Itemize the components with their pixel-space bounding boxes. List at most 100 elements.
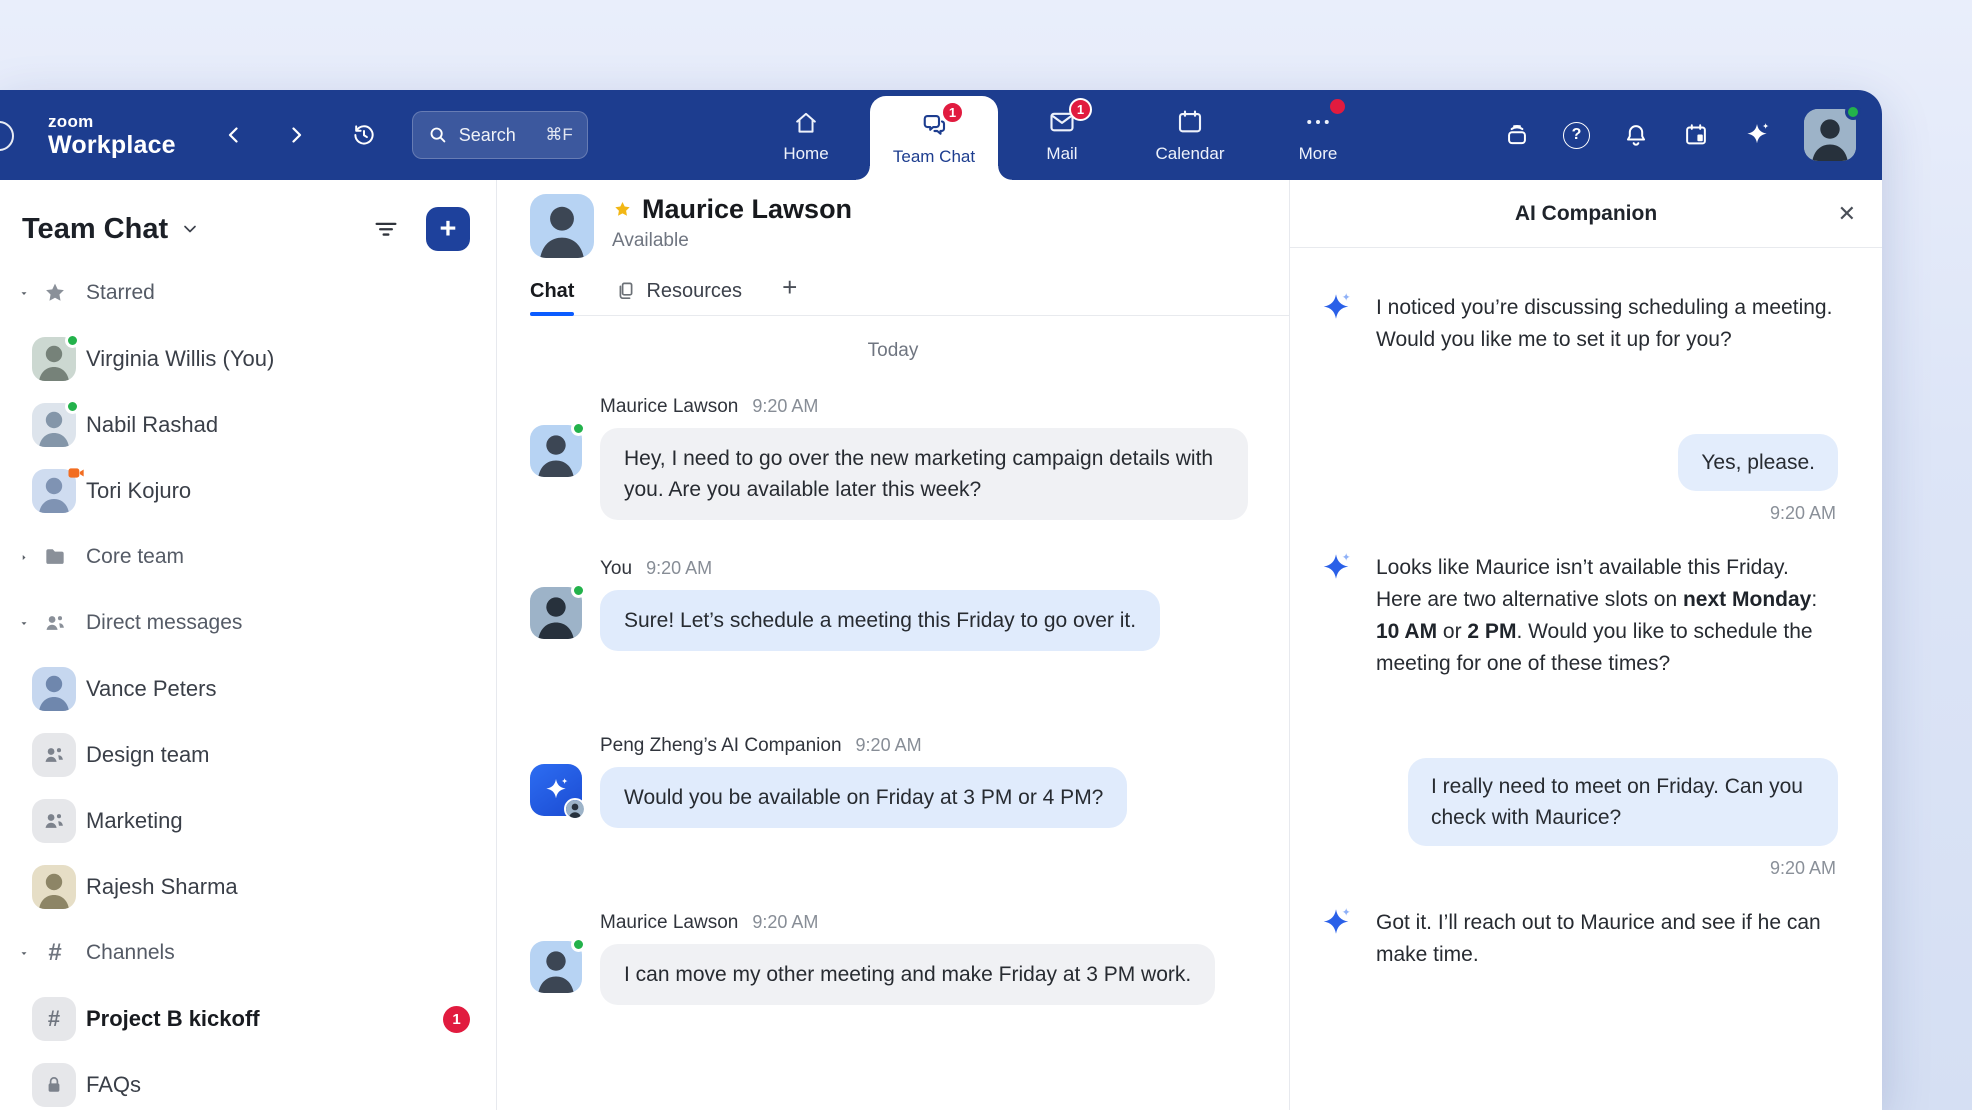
ai-sparkle-icon: [1318, 905, 1354, 945]
message-time: 9:20 AM: [646, 558, 712, 579]
reply-in-thread-icon[interactable]: [600, 844, 626, 874]
schedule-meeting-icon[interactable]: [1149, 206, 1177, 236]
contact-name: Maurice Lawson: [642, 194, 852, 225]
sidebar-item-nabil-rashad[interactable]: Nabil Rashad: [0, 392, 496, 458]
ai-message-block: I noticed you’re discussing scheduling a…: [1318, 292, 1838, 400]
sidebar-list: Starred Virginia Willis (You) Nabil Rash…: [0, 260, 496, 1110]
sender-avatar[interactable]: [530, 587, 582, 639]
filter-icon[interactable]: [372, 215, 400, 243]
copy-icon[interactable]: [1476, 694, 1502, 724]
thumbs-up-icon[interactable]: [1376, 985, 1402, 1015]
add-reaction-icon[interactable]: [648, 844, 674, 874]
item-label: Rajesh Sharma: [86, 874, 238, 900]
avatar: [32, 469, 76, 513]
add-reaction-icon[interactable]: [648, 667, 674, 697]
tab-chat[interactable]: Chat: [530, 280, 574, 315]
top-navigation-bar: zoom Workplace Search ⌘F Home 1 Team Cha…: [0, 90, 1882, 180]
unread-badge: 1: [443, 1006, 470, 1033]
copy-icon[interactable]: [1476, 370, 1502, 400]
user-message: Yes, please.: [1678, 434, 1838, 491]
nav-tab-calendar[interactable]: Calendar: [1126, 90, 1254, 180]
reply-in-thread-icon[interactable]: [600, 667, 626, 697]
logo-zoom-text: zoom: [48, 113, 176, 130]
more-icon: [1303, 107, 1333, 137]
sender-avatar[interactable]: [530, 425, 582, 477]
user-message: I really need to meet on Friday. Can you…: [1408, 758, 1838, 846]
avatar: [32, 337, 76, 381]
sidebar-item-rajesh-sharma[interactable]: Rajesh Sharma: [0, 854, 496, 920]
more-actions-icon[interactable]: [696, 844, 726, 874]
home-icon: [792, 107, 820, 137]
more-actions-icon[interactable]: [696, 667, 726, 697]
nav-tab-home[interactable]: Home: [742, 90, 870, 180]
sidebar-section-starred[interactable]: Starred: [0, 260, 496, 326]
message-list: Today Maurice Lawson 9:20 AM Hey, I need…: [497, 316, 1289, 1110]
nav-tab-more[interactable]: More: [1254, 90, 1382, 180]
search-input[interactable]: Search ⌘F: [412, 111, 588, 159]
message-hover-actions: [600, 667, 1249, 697]
thumbs-up-icon[interactable]: [1376, 370, 1402, 400]
message-hover-actions: [600, 844, 1249, 874]
item-label: Marketing: [86, 808, 183, 834]
open-in-window-icon[interactable]: [1788, 201, 1812, 227]
team-chat-title-dropdown[interactable]: Team Chat: [22, 213, 200, 246]
sidebar-item-virginia-willis-you-[interactable]: Virginia Willis (You): [0, 326, 496, 392]
main-content: Team Chat + Starred Virginia Willis (You…: [0, 180, 1882, 1110]
hash-icon: #: [42, 939, 68, 967]
sender-avatar[interactable]: [530, 941, 582, 993]
user-message-bubble: I really need to meet on Friday. Can you…: [1408, 758, 1838, 846]
thumbs-down-icon[interactable]: [1426, 370, 1452, 400]
section-label: Channels: [86, 941, 175, 965]
sidebar-section-channels[interactable]: # Channels: [0, 920, 496, 986]
nav-tab-mail[interactable]: 1 Mail: [998, 90, 1126, 180]
sidebar-item-project-b-kickoff[interactable]: #Project B kickoff1: [0, 986, 496, 1052]
user-avatar[interactable]: [1804, 109, 1856, 161]
contact-avatar[interactable]: [530, 194, 594, 258]
people-icon: [42, 610, 68, 636]
more-options-icon[interactable]: [1526, 370, 1556, 400]
start-video-meeting-icon[interactable]: [1075, 206, 1103, 236]
copy-icon[interactable]: [1476, 985, 1502, 1015]
close-icon[interactable]: ✕: [1838, 201, 1856, 227]
ai-companion-panel: AI Companion ✕ I noticed you’re discussi…: [1289, 180, 1882, 1110]
message-time: 9:20 AM: [856, 735, 922, 756]
notifications-icon[interactable]: [1622, 121, 1650, 149]
tab-resources[interactable]: Resources: [614, 279, 742, 315]
section-label: Starred: [86, 281, 155, 305]
ai-panel-header: AI Companion ✕: [1290, 180, 1882, 248]
sidebar-section-core-team[interactable]: Core team: [0, 524, 496, 590]
sidebar-item-marketing[interactable]: Marketing: [0, 788, 496, 854]
sidebar-section-direct-messages[interactable]: Direct messages: [0, 590, 496, 656]
message-bubble: Would you be available on Friday at 3 PM…: [600, 767, 1127, 828]
sidebar-item-faqs[interactable]: FAQs: [0, 1052, 496, 1110]
thumbs-down-icon[interactable]: [1426, 694, 1452, 724]
thumbs-up-icon[interactable]: [1376, 694, 1402, 724]
more-options-icon[interactable]: [1526, 985, 1556, 1015]
primary-nav-tabs: Home 1 Team Chat 1 Mail Calendar More: [742, 90, 1382, 180]
zoom-workplace-logo: zoom Workplace: [48, 113, 176, 158]
forward-arrow-icon[interactable]: [284, 123, 308, 147]
sidebar-item-vance-peters[interactable]: Vance Peters: [0, 656, 496, 722]
thumbs-down-icon[interactable]: [1426, 985, 1452, 1015]
sidebar-item-design-team[interactable]: Design team: [0, 722, 496, 788]
back-arrow-icon[interactable]: [222, 123, 246, 147]
more-options-icon[interactable]: [1223, 206, 1253, 236]
sidebar-item-tori-kojuro[interactable]: Tori Kojuro: [0, 458, 496, 524]
in-meeting-indicator: [66, 463, 86, 488]
nav-tab-team-chat[interactable]: 1 Team Chat: [870, 96, 998, 180]
starred-contact-icon[interactable]: [612, 199, 633, 220]
ai-companion-icon[interactable]: [1742, 120, 1772, 150]
item-label: Vance Peters: [86, 676, 216, 702]
schedule-icon[interactable]: [1682, 121, 1710, 149]
message-bubble: Hey, I need to go over the new marketing…: [600, 428, 1248, 520]
logo-workplace-text: Workplace: [48, 133, 176, 158]
ai-companion-avatar[interactable]: [530, 764, 582, 816]
new-chat-button[interactable]: +: [426, 207, 470, 251]
help-icon[interactable]: ?: [1563, 122, 1590, 149]
add-tab-button[interactable]: +: [782, 272, 797, 315]
desktop-background: zoom Workplace Search ⌘F Home 1 Team Cha…: [0, 0, 1972, 1110]
connect-device-icon[interactable]: [1503, 121, 1531, 149]
more-options-icon[interactable]: [1526, 694, 1556, 724]
team-chat-icon: 1: [919, 110, 949, 140]
history-icon[interactable]: [350, 121, 378, 149]
